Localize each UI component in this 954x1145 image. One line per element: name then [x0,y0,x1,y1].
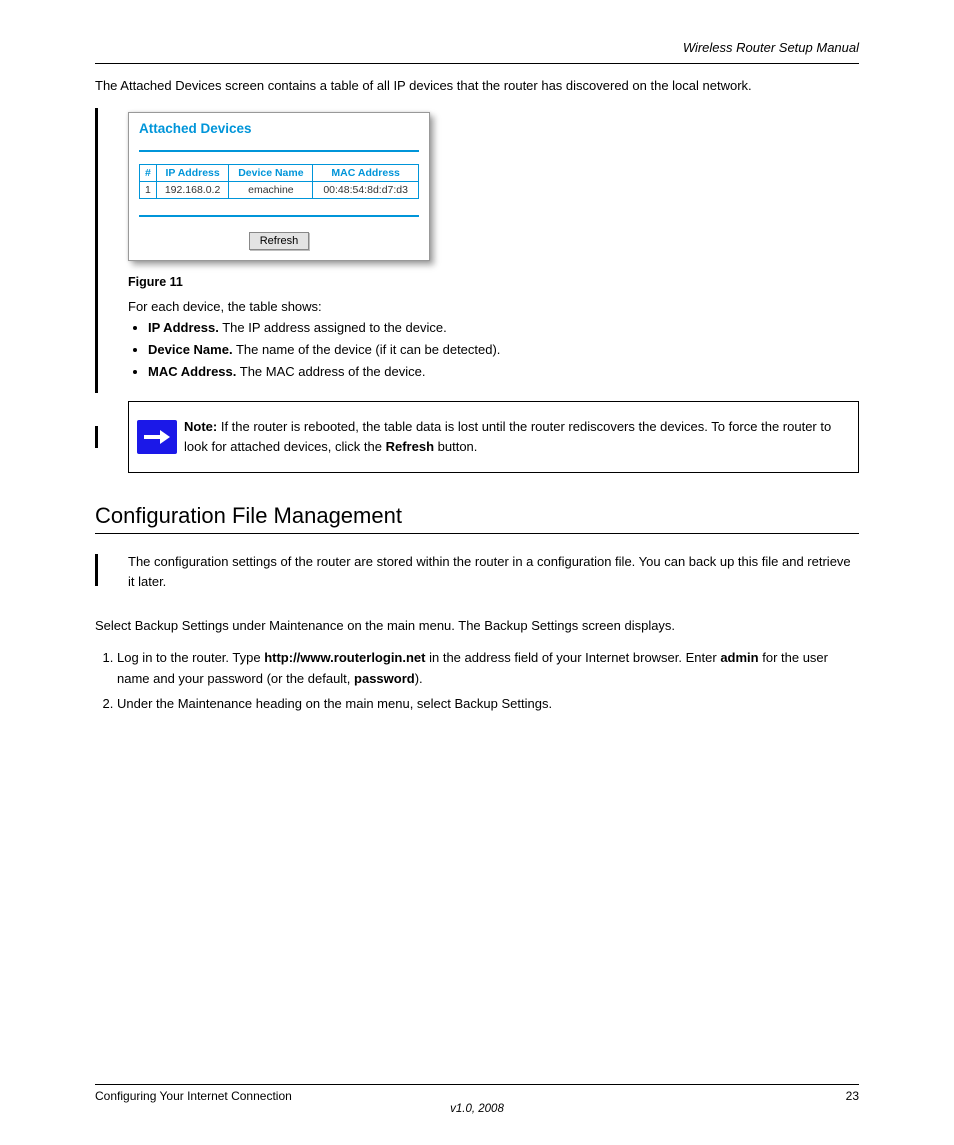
note-box: Note: If the router is rebooted, the tab… [128,401,859,473]
panel-title: Attached Devices [139,121,419,142]
bullet-lead: For each device, the table shows: [128,299,859,314]
col-header-num: # [140,165,157,182]
bullet-text: The MAC address of the device. [236,364,425,379]
page-footer: Configuring Your Internet Connection 23 … [95,1076,859,1115]
step-item: Under the Maintenance heading on the mai… [117,694,859,715]
list-item: MAC Address. The MAC address of the devi… [148,362,859,382]
bullet-label: IP Address. [148,320,219,335]
bullet-label: MAC Address. [148,364,236,379]
col-header-mac: MAC Address [313,165,419,182]
cell-ip: 192.168.0.2 [156,182,229,199]
step-item: Log in to the router. Type http://www.ro… [117,648,859,690]
cell-mac: 00:48:54:8d:d7:d3 [313,182,419,199]
changed-block-section: The configuration settings of the router… [95,552,859,604]
list-item: IP Address. The IP address assigned to t… [148,318,859,338]
list-item: Device Name. The name of the device (if … [148,340,859,360]
note-label: Note: [184,419,217,434]
change-bar [95,426,98,448]
table-header-row: # IP Address Device Name MAC Address [140,165,419,182]
bullet-label: Device Name. [148,342,233,357]
step1-part2: in the address field of your Internet br… [425,650,720,665]
divider-footer [95,1084,859,1085]
cell-device: emachine [229,182,313,199]
note-text: Note: If the router is rebooted, the tab… [184,402,858,472]
panel-divider-bottom [139,215,419,217]
divider-top [95,63,859,64]
section-heading: Configuration File Management [95,503,859,529]
note-body-1: If the router is rebooted, the table dat… [184,419,831,454]
intro-sentence-1: The Attached Devices screen contains a t… [95,78,752,93]
devices-table: # IP Address Device Name MAC Address 1 1… [139,164,419,199]
step1-password: password [354,671,415,686]
attached-devices-panel: Attached Devices # IP Address Device Nam… [128,112,430,261]
panel-divider-top [139,150,419,152]
changed-block-panel: Attached Devices # IP Address Device Nam… [95,108,859,392]
note-refresh-word: Refresh [386,439,434,454]
table-row: 1 192.168.0.2 emachine 00:48:54:8d:d7:d3 [140,182,419,199]
change-bar [95,108,98,392]
arrow-right-icon [137,420,177,454]
step1-url: http://www.routerlogin.net [264,650,425,665]
footer-page-number: 23 [846,1089,859,1103]
bullet-text: The IP address assigned to the device. [219,320,447,335]
footer-left: Configuring Your Internet Connection [95,1089,292,1103]
step1-part1: Log in to the router. Type [117,650,264,665]
steps-lead: Select Backup Settings under Maintenance… [95,616,859,636]
figure-caption: Figure 11 [128,275,859,289]
note-body-2: button. [434,439,477,454]
intro-text: The Attached Devices screen contains a t… [95,76,859,96]
refresh-button[interactable]: Refresh [249,232,310,250]
note-icon-cell [129,402,184,472]
changed-block-note: Note: If the router is rebooted, the tab… [95,401,859,473]
step2-text: Under the Maintenance heading on the mai… [117,696,552,711]
bullet-text: The name of the device (if it can be det… [233,342,501,357]
cell-num: 1 [140,182,157,199]
section-intro: The configuration settings of the router… [128,552,859,592]
step1-part4: ). [415,671,423,686]
footer-version: v1.0, 2008 [450,1103,504,1115]
info-list: IP Address. The IP address assigned to t… [128,318,859,382]
page-header-title: Wireless Router Setup Manual [95,40,859,61]
steps-list: Log in to the router. Type http://www.ro… [95,648,859,714]
col-header-ip: IP Address [156,165,229,182]
col-header-device: Device Name [229,165,313,182]
divider-section [95,533,859,534]
change-bar [95,554,98,586]
step1-admin: admin [720,650,758,665]
